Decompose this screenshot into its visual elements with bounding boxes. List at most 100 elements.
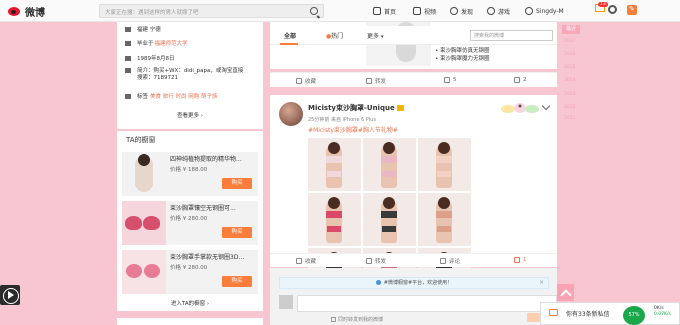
- buy-button[interactable]: 购买: [222, 178, 252, 189]
- product-name[interactable]: 束沙胸罩镶空无钢圈可...: [170, 203, 256, 212]
- active-tab-indicator: [280, 43, 298, 45]
- close-icon[interactable]: ×: [539, 278, 544, 288]
- product-name[interactable]: 束沙胸罩手掌款无钢圈3D...: [170, 252, 256, 261]
- timeline-year[interactable]: 2012: [564, 105, 575, 110]
- photo-thumb[interactable]: [308, 193, 361, 246]
- weibo-logo[interactable]: 微博: [8, 4, 45, 19]
- shop-item[interactable]: 束沙胸罩镶空无钢圈可... 价格 ¥ 280.00 购买: [122, 201, 258, 245]
- nav-discover-label: 发现: [461, 8, 474, 16]
- profile-info-card: 福建 宁德 毕业于 福建师范大学 1989年8月8日 简介：购买+WX：didi_…: [117, 22, 263, 129]
- private-message-text[interactable]: 你有33条新私信: [566, 309, 610, 318]
- photo-thumb[interactable]: [418, 138, 471, 191]
- like-button[interactable]: 1: [514, 257, 527, 263]
- photo-thumb[interactable]: [308, 138, 361, 191]
- post-author[interactable]: Micisty束沙胸罩-Unique: [308, 103, 404, 113]
- post-meta: 25分钟前 来自 iPhone 6 Plus: [308, 117, 376, 123]
- school-link[interactable]: 福建师范大学: [155, 39, 188, 47]
- previous-post-line[interactable]: • 束沙胸罩仿真无钢圈: [435, 47, 490, 55]
- product-price: 价格 ¥ 280.00: [170, 216, 208, 222]
- nav-home[interactable]: 首页: [373, 4, 396, 18]
- repost-icon: [366, 258, 372, 264]
- fav-label: 收藏: [305, 79, 317, 85]
- tags-list[interactable]: 美食 旅行 时尚 网购 萌子族: [150, 92, 218, 100]
- buy-button[interactable]: 购买: [222, 276, 252, 287]
- user-icon: [525, 7, 533, 15]
- product-image[interactable]: [122, 250, 166, 294]
- post-menu-chevron-icon[interactable]: [541, 101, 551, 111]
- feed-tabs: 全部 ●热门 更多 ▾ 搜索我的微博: [270, 26, 557, 45]
- nav-game[interactable]: 游戏: [487, 4, 510, 18]
- photo-thumb[interactable]: [418, 193, 471, 246]
- search-placeholder: 大家正在搜：遇到这样的男人就嫁了吧: [105, 10, 199, 16]
- search-input[interactable]: 大家正在搜：遇到这样的男人就嫁了吧: [99, 4, 324, 18]
- school-prefix: 毕业于: [137, 41, 154, 47]
- like-button[interactable]: 2: [514, 77, 527, 83]
- play-icon[interactable]: [0, 285, 20, 305]
- product-image[interactable]: [122, 152, 166, 196]
- photo-thumb[interactable]: [363, 138, 416, 191]
- buy-button[interactable]: 购买: [222, 227, 252, 238]
- shop-card: TA的橱窗 四神纯植物提取的精华物... 价格 ¥ 188.00 购买 束沙胸罩…: [117, 131, 263, 311]
- feed-search-placeholder: 搜索我的微博: [474, 33, 505, 39]
- nav-home-label: 首页: [384, 8, 397, 16]
- repost-button[interactable]: 转发: [366, 77, 386, 85]
- timeline-year[interactable]: 2015: [564, 65, 575, 70]
- tag-icon: [125, 93, 131, 99]
- search-icon[interactable]: [310, 7, 318, 15]
- comment-button[interactable]: 5: [444, 77, 457, 83]
- product-name[interactable]: 四神纯植物提取的精华物...: [170, 154, 256, 163]
- shop-item[interactable]: 束沙胸罩手掌款无钢圈3D... 价格 ¥ 280.00 购买: [122, 250, 258, 294]
- timeline-year[interactable]: 2016: [564, 52, 575, 57]
- photo-thumb[interactable]: [363, 193, 416, 246]
- home-icon: [373, 7, 381, 15]
- compose-button[interactable]: [627, 5, 637, 15]
- shop-item[interactable]: 四神纯植物提取的精华物... 价格 ¥ 188.00 购买: [122, 152, 258, 196]
- network-speed-values: 0K/s 0.07K/s: [654, 306, 671, 318]
- tab-all[interactable]: 全部: [284, 31, 296, 40]
- birthday-text: 1989年8月8日: [137, 56, 175, 62]
- timeline-year[interactable]: 2013: [564, 92, 575, 97]
- download-speed: 0.07K/s: [654, 312, 671, 317]
- notice-bar: #微博橱窗#平台，欢迎使用！ ×: [279, 277, 549, 289]
- school-row: 毕业于 福建师范大学: [125, 39, 188, 47]
- tab-more[interactable]: 更多 ▾: [367, 31, 383, 40]
- notice-text: #微博橱窗#平台，欢迎使用！: [383, 280, 453, 286]
- gear-icon[interactable]: [608, 5, 617, 14]
- timeline-current-tag[interactable]: 最近: [562, 25, 580, 34]
- previous-post-line[interactable]: • 束沙胸罩魔力无钢圈: [435, 55, 490, 63]
- tags-row: 标签 美食 旅行 时尚 网购 萌子族: [125, 92, 218, 100]
- location-row: 福建 宁德: [125, 25, 161, 33]
- network-speed-widget[interactable]: 57%: [623, 306, 645, 325]
- fav-button[interactable]: 收藏: [296, 77, 316, 85]
- intro-line-1: 简介：购买+WX：didi_papa，或淘宝直接: [137, 68, 244, 74]
- sync-label: 同时转发到我的微博: [338, 317, 384, 323]
- user-menu[interactable]: Singdy-M: [525, 4, 564, 18]
- sync-option[interactable]: 同时转发到我的微博: [331, 316, 383, 323]
- author-name[interactable]: Micisty束沙胸罩-Unique: [308, 104, 395, 112]
- location-icon: [125, 26, 131, 32]
- comment-count: 5: [453, 77, 457, 83]
- repost-button[interactable]: 转发: [366, 257, 386, 265]
- product-image[interactable]: [122, 201, 166, 245]
- feed-search-input[interactable]: 搜索我的微博: [470, 30, 553, 41]
- see-more-link[interactable]: 查看更多 ›: [117, 111, 263, 119]
- sync-checkbox[interactable]: [331, 317, 336, 322]
- scroll-to-top-button[interactable]: [557, 284, 574, 301]
- birthday-row: 1989年8月8日: [125, 54, 175, 62]
- location-text: 福建 宁德: [137, 27, 161, 33]
- tab-hot[interactable]: ●热门: [326, 31, 343, 40]
- nav-video[interactable]: 视频: [413, 4, 436, 18]
- timeline-year[interactable]: 2017: [564, 39, 575, 44]
- timeline-year[interactable]: 2014: [564, 78, 575, 83]
- timeline-year[interactable]: 2011: [564, 116, 575, 121]
- avatar[interactable]: [279, 102, 303, 126]
- comment-input[interactable]: [297, 295, 557, 312]
- enter-shop-link[interactable]: 进入TA的橱窗 ›: [117, 299, 263, 307]
- mail-icon: [549, 309, 558, 316]
- fav-label: 收藏: [305, 259, 317, 265]
- comment-icon: [440, 258, 446, 264]
- fav-button[interactable]: 收藏: [296, 257, 316, 265]
- nav-discover[interactable]: 发现: [450, 4, 473, 18]
- post-hashtag[interactable]: #Micisty束沙胸罩#胸人节礼物#: [308, 125, 398, 134]
- comment-button[interactable]: 评论: [440, 257, 460, 265]
